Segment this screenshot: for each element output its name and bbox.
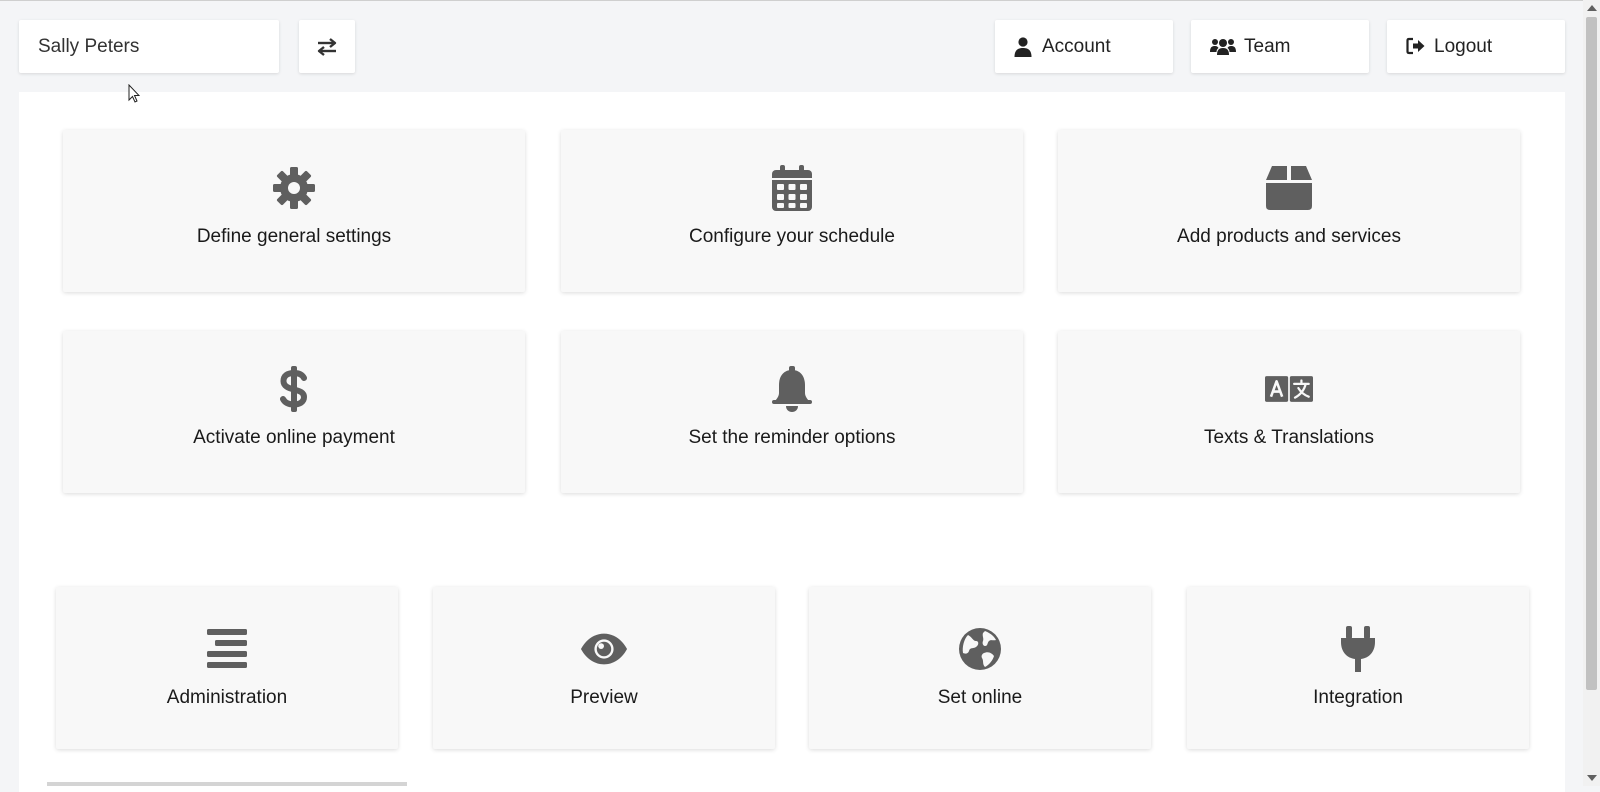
administration-card[interactable]: Administration bbox=[56, 587, 398, 749]
horizontal-scroll-track bbox=[47, 782, 407, 786]
card-label: Texts & Translations bbox=[1204, 427, 1374, 449]
box-icon bbox=[1265, 164, 1313, 212]
users-icon bbox=[1210, 37, 1236, 57]
integration-card[interactable]: Integration bbox=[1187, 587, 1529, 749]
card-label: Integration bbox=[1313, 687, 1403, 709]
language-icon bbox=[1265, 365, 1313, 413]
user-icon bbox=[1014, 37, 1034, 57]
define-settings-card[interactable]: Define general settings bbox=[63, 130, 525, 292]
configure-schedule-card[interactable]: Configure your schedule bbox=[561, 130, 1023, 292]
user-name: Sally Peters bbox=[38, 36, 139, 58]
card-label: Add products and services bbox=[1177, 226, 1401, 248]
card-label: Administration bbox=[167, 687, 287, 709]
preview-card[interactable]: Preview bbox=[433, 587, 775, 749]
align-center-icon bbox=[203, 625, 251, 673]
card-label: Preview bbox=[570, 687, 638, 709]
team-label: Team bbox=[1244, 36, 1290, 58]
calendar-icon bbox=[768, 164, 816, 212]
logout-button[interactable]: Logout bbox=[1387, 20, 1565, 73]
set-online-card[interactable]: Set online bbox=[809, 587, 1151, 749]
account-label: Account bbox=[1042, 36, 1111, 58]
online-payment-card[interactable]: Activate online payment bbox=[63, 331, 525, 493]
bell-icon bbox=[768, 365, 816, 413]
logout-label: Logout bbox=[1434, 36, 1492, 58]
dashboard-panel: Define general settings bbox=[19, 92, 1565, 792]
vertical-scrollbar[interactable] bbox=[1583, 0, 1600, 786]
texts-translations-card[interactable]: Texts & Translations bbox=[1058, 331, 1520, 493]
card-label: Set online bbox=[938, 687, 1023, 709]
scroll-up-arrow-icon[interactable] bbox=[1587, 5, 1597, 11]
account-button[interactable]: Account bbox=[995, 20, 1173, 73]
add-products-card[interactable]: Add products and services bbox=[1058, 130, 1520, 292]
card-label: Define general settings bbox=[197, 226, 391, 248]
exchange-arrows-icon bbox=[316, 37, 338, 57]
reminder-options-card[interactable]: Set the reminder options bbox=[561, 331, 1023, 493]
globe-icon bbox=[956, 625, 1004, 673]
switch-user-button[interactable] bbox=[299, 20, 355, 73]
eye-icon bbox=[580, 625, 628, 673]
scroll-thumb[interactable] bbox=[1586, 17, 1597, 690]
dollar-icon bbox=[270, 365, 318, 413]
team-button[interactable]: Team bbox=[1191, 20, 1369, 73]
scroll-down-arrow-icon[interactable] bbox=[1587, 775, 1597, 781]
card-label: Set the reminder options bbox=[688, 427, 895, 449]
current-user-selector[interactable]: Sally Peters bbox=[19, 20, 279, 73]
gear-icon bbox=[270, 164, 318, 212]
sign-out-icon bbox=[1406, 37, 1426, 57]
card-label: Activate online payment bbox=[193, 427, 395, 449]
top-border bbox=[0, 0, 1600, 1]
plug-icon bbox=[1334, 625, 1382, 673]
mouse-pointer-icon bbox=[128, 84, 140, 103]
card-label: Configure your schedule bbox=[689, 226, 895, 248]
